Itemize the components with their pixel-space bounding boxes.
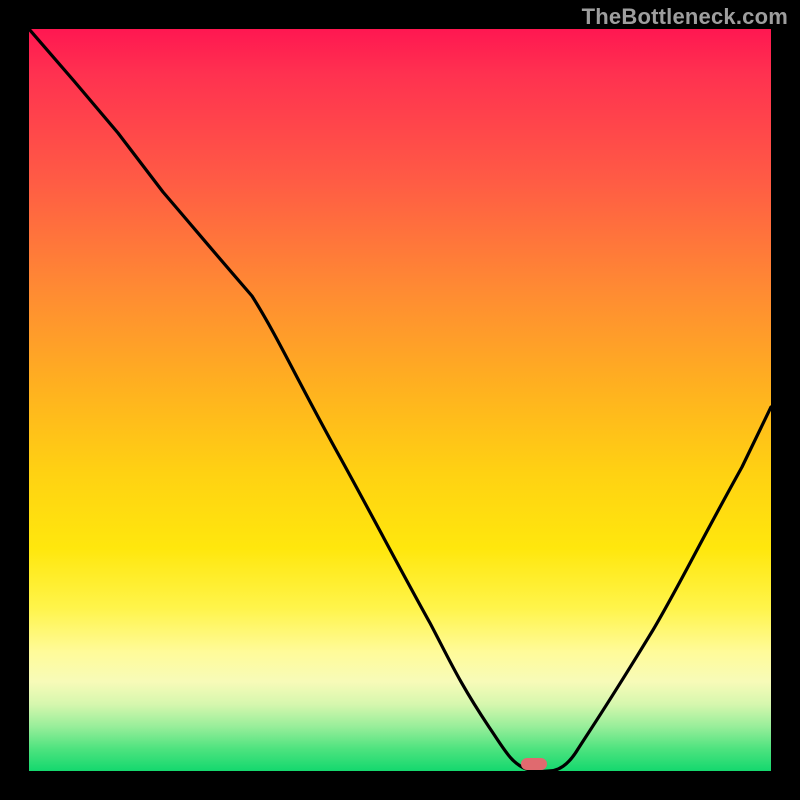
chart-frame: TheBottleneck.com (0, 0, 800, 800)
plot-area (29, 29, 771, 771)
optimal-point-marker (521, 758, 547, 770)
bottleneck-curve (29, 29, 771, 771)
watermark-text: TheBottleneck.com (582, 4, 788, 30)
